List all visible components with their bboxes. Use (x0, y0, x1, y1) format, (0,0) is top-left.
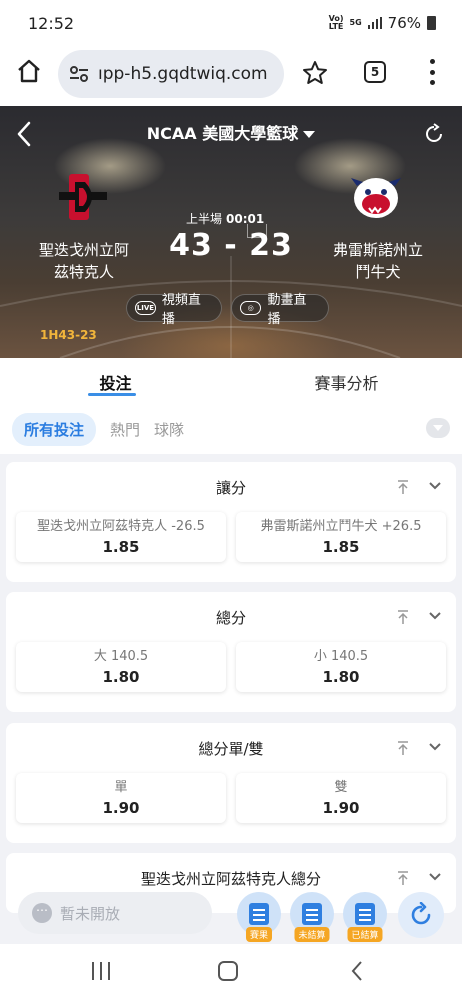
live-icon: LIVE (135, 301, 156, 315)
volte-indicator: Vo) LTE (328, 14, 344, 31)
status-icons: Vo) LTE 5G 76% (329, 14, 436, 32)
recent-apps-icon[interactable] (92, 962, 110, 980)
document-icon (355, 903, 375, 925)
odds-option[interactable]: 大 140.5 1.80 (16, 642, 226, 692)
home-button-icon[interactable] (218, 961, 238, 981)
unsettled-button[interactable]: 未結算 (290, 892, 334, 942)
pin-top-icon[interactable] (396, 740, 410, 756)
chevron-down-icon (433, 425, 443, 431)
odds-option[interactable]: 小 140.5 1.80 (236, 642, 446, 692)
market-title: 總分單/雙 (198, 739, 264, 758)
document-icon (249, 903, 269, 925)
tab-switcher-button[interactable]: 5 (364, 61, 386, 83)
market-header[interactable]: 總分單/雙 (6, 723, 456, 773)
pin-top-icon[interactable] (396, 479, 410, 495)
market-title: 讓分 (215, 478, 246, 497)
away-team-logo-icon (351, 178, 401, 218)
market-header[interactable]: 讓分 (6, 462, 456, 512)
results-button[interactable]: 賽果 (237, 892, 281, 942)
league-name: NCAA 美國大學籃球 (146, 124, 299, 143)
site-settings-icon[interactable] (68, 63, 90, 85)
odds-option[interactable]: 弗雷斯諾州立鬥牛犬 +26.5 1.85 (236, 512, 446, 562)
market-options: 聖迭戈州立阿茲特克人 -26.5 1.85 弗雷斯諾州立鬥牛犬 +26.5 1.85 (6, 512, 456, 562)
settled-label: 已結算 (347, 927, 383, 942)
document-icon (302, 903, 322, 925)
market-title: 總分 (215, 608, 246, 627)
back-icon[interactable] (350, 960, 364, 982)
odds-option[interactable]: 聖迭戈州立阿茲特克人 -26.5 1.85 (16, 512, 226, 562)
filter-team[interactable]: 球隊 (154, 419, 184, 440)
battery-percent: 76% (387, 14, 421, 32)
home-icon[interactable] (16, 58, 42, 84)
results-label: 賽果 (245, 927, 273, 942)
browser-toolbar: ıpp-h5.gqdtwiq.com 5 (0, 46, 462, 106)
system-navigation-bar (0, 944, 462, 1000)
filter-popular[interactable]: 熱門 (110, 419, 140, 440)
reload-button[interactable] (398, 892, 444, 938)
status-bar: 12:52 Vo) LTE 5G 76% (0, 0, 462, 46)
video-live-button[interactable]: LIVE 視頻直播 (126, 293, 222, 327)
animation-live-button[interactable]: ◎ 動畫直播 (231, 293, 329, 327)
bookmark-star-icon[interactable] (302, 60, 328, 86)
chat-input[interactable]: 暫未開放 (18, 892, 212, 934)
market-header[interactable]: 總分 (6, 592, 456, 642)
refresh-icon[interactable] (423, 123, 445, 145)
market-odd-even: 總分單/雙 單 1.90 雙 1.90 (6, 723, 456, 843)
pin-top-icon[interactable] (396, 609, 410, 625)
match-header: NCAA 美國大學籃球 聖迭戈州立阿 茲特克人 弗雷斯諾州立 鬥牛犬 上半場 00… (0, 106, 462, 358)
address-bar[interactable]: ıpp-h5.gqdtwiq.com (58, 50, 284, 98)
chat-placeholder: 暫未開放 (60, 904, 121, 923)
league-selector[interactable]: NCAA 美國大學籃球 (0, 120, 462, 144)
tab-betting[interactable]: 投注 (0, 358, 231, 404)
chat-bubble-icon (32, 900, 52, 923)
animation-live-label: 動畫直播 (267, 293, 307, 327)
battery-icon (427, 16, 436, 30)
settled-button[interactable]: 已結算 (343, 892, 387, 942)
status-time: 12:52 (28, 13, 75, 33)
court-icon: ◎ (240, 301, 262, 315)
refresh-icon (411, 902, 431, 925)
half-score: 1H43-23 (40, 328, 97, 342)
more-menu-icon[interactable] (428, 59, 436, 85)
filter-all-bets[interactable]: 所有投注 (12, 412, 97, 446)
chevron-down-icon[interactable] (428, 742, 442, 752)
chevron-down-icon[interactable] (428, 611, 442, 621)
market-options: 單 1.90 雙 1.90 (6, 773, 456, 823)
filter-expand-button[interactable] (426, 418, 450, 438)
url-text: ıpp-h5.gqdtwiq.com (98, 64, 268, 84)
market-options: 大 140.5 1.80 小 140.5 1.80 (6, 642, 456, 692)
odds-option[interactable]: 單 1.90 (16, 773, 226, 823)
video-live-label: 視頻直播 (161, 293, 201, 327)
signal-icon (367, 17, 382, 29)
unsettled-label: 未結算 (294, 927, 330, 942)
bet-filters: 所有投注 熱門 球隊 (0, 404, 462, 454)
market-total: 總分 大 140.5 1.80 小 140.5 1.80 (6, 592, 456, 712)
tab-analysis[interactable]: 賽事分析 (231, 358, 462, 404)
odds-option[interactable]: 雙 1.90 (236, 773, 446, 823)
chevron-down-icon (303, 131, 316, 138)
match-score: 43 - 23 (169, 228, 293, 263)
home-team-logo-icon (59, 174, 107, 220)
main-tabs: 投注 賽事分析 (0, 358, 462, 404)
network-5g-indicator: 5G (349, 18, 362, 27)
bottom-action-bar: 暫未開放 賽果 未結算 已結算 (0, 880, 462, 944)
market-handicap: 讓分 聖迭戈州立阿茲特克人 -26.5 1.85 弗雷斯諾州立鬥牛犬 +26.5 1… (6, 462, 456, 582)
chevron-down-icon[interactable] (428, 481, 442, 491)
